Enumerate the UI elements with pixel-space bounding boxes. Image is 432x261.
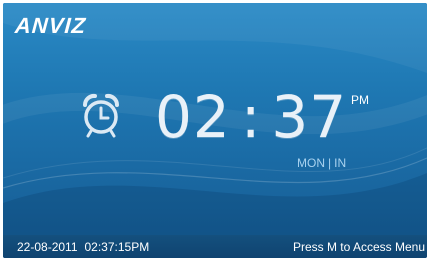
status-separator: | [328, 156, 332, 170]
brand-logo: ANVIZ [14, 13, 87, 38]
footer-bar: 22-08-2011 02:37:15PM Press M to Access M… [3, 235, 427, 258]
time-minutes: 37 [271, 83, 348, 151]
footer-datetime: 22-08-2011 02:37:15PM [17, 240, 149, 254]
time-separator: : [240, 83, 262, 151]
time-hours: 02 [155, 83, 231, 151]
main-screen: ANVIZ 02:37 PM MON | IN [3, 3, 427, 235]
footer-date: 22-08-2011 [17, 240, 78, 254]
alarm-clock-icon [82, 93, 120, 138]
weekday-label: MON [297, 156, 325, 170]
am-pm-indicator: PM [351, 93, 369, 107]
attendance-terminal-display: ANVIZ 02:37 PM MON | IN 22-08-2011 02:37:15… [3, 3, 427, 258]
punch-mode-label: IN [334, 156, 347, 170]
attendance-status: MON | IN [297, 156, 346, 170]
menu-hint: Press M to Access Menu [292, 240, 425, 254]
current-time: 02:37 [155, 85, 347, 149]
footer-time: 02:37:15PM [84, 240, 150, 254]
